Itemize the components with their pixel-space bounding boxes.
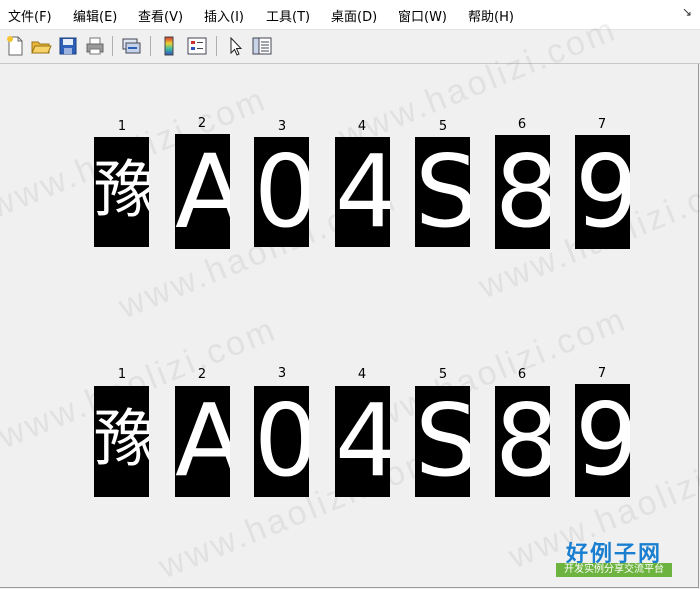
logo-subtitle: 开发实例分享交流平台 <box>556 563 672 577</box>
char-glyph: S <box>415 386 470 497</box>
char-image-7: 9 <box>575 384 630 497</box>
figure-canvas: www.haolizi.com www.haolizi.com www.haol… <box>0 10 700 589</box>
char-glyph: S <box>415 137 470 247</box>
save-icon[interactable] <box>56 34 80 58</box>
toolbar-separator <box>216 36 217 56</box>
char-image-1: 豫 <box>94 137 149 247</box>
char-glyph: 0 <box>254 386 309 497</box>
menu-edit[interactable]: 编辑(E) <box>73 6 117 25</box>
char-glyph: 4 <box>335 386 390 497</box>
char-image-3: 0 <box>254 137 309 247</box>
menu-window[interactable]: 窗口(W) <box>398 6 447 25</box>
new-icon[interactable] <box>3 34 27 58</box>
subplot-title-6: 6 <box>517 367 527 382</box>
print-icon[interactable] <box>83 34 107 58</box>
char-image-5: S <box>415 386 470 497</box>
char-glyph: A <box>175 134 230 249</box>
subplot-title-2: 2 <box>197 116 207 131</box>
subplot-title-4: 4 <box>357 367 367 382</box>
char-image-7: 9 <box>575 135 630 249</box>
char-image-5: S <box>415 137 470 247</box>
char-image-2: A <box>175 134 230 249</box>
subplot-title-3: 3 <box>277 366 287 381</box>
link-icon[interactable] <box>119 34 143 58</box>
colorbar-icon[interactable] <box>157 34 181 58</box>
subplot-title-4: 4 <box>357 119 367 134</box>
legend-icon[interactable] <box>185 34 209 58</box>
subplot-title-2: 2 <box>197 367 207 382</box>
property-inspector-icon[interactable] <box>250 34 274 58</box>
char-glyph: 8 <box>495 135 550 249</box>
char-image-1: 豫 <box>94 386 149 497</box>
subplot-title-5: 5 <box>438 367 448 382</box>
char-image-4: 4 <box>335 137 390 247</box>
toolbar <box>0 30 700 64</box>
char-image-3: 0 <box>254 386 309 497</box>
subplot-title-1: 1 <box>117 119 127 134</box>
char-glyph: 4 <box>335 137 390 247</box>
char-glyph: 9 <box>575 384 630 497</box>
subplot-title-7: 7 <box>597 366 607 381</box>
char-image-6: 8 <box>495 386 550 497</box>
char-glyph: 8 <box>495 386 550 497</box>
menu-file[interactable]: 文件(F) <box>8 6 52 25</box>
char-glyph: A <box>175 386 230 497</box>
toolbar-separator <box>150 36 151 56</box>
subplot-title-7: 7 <box>597 117 607 132</box>
subplot-title-5: 5 <box>438 119 448 134</box>
menu-tools[interactable]: 工具(T) <box>266 6 310 25</box>
menu-help[interactable]: 帮助(H) <box>468 6 514 25</box>
menu-bar: 文件(F) 编辑(E) 查看(V) 插入(I) 工具(T) 桌面(D) 窗口(W… <box>0 0 700 30</box>
open-icon[interactable] <box>29 34 53 58</box>
menu-desktop[interactable]: 桌面(D) <box>331 6 377 25</box>
subplot-title-1: 1 <box>117 367 127 382</box>
char-image-6: 8 <box>495 135 550 249</box>
subplot-title-6: 6 <box>517 117 527 132</box>
char-image-4: 4 <box>335 386 390 497</box>
char-glyph: 豫 <box>94 402 149 475</box>
toolbar-separator <box>112 36 113 56</box>
menu-view[interactable]: 查看(V) <box>138 6 183 25</box>
figure-window: 文件(F) 编辑(E) 查看(V) 插入(I) 工具(T) 桌面(D) 窗口(W… <box>0 0 700 589</box>
menu-insert[interactable]: 插入(I) <box>204 6 244 25</box>
site-logo: 好例子网 开发实例分享交流平台 <box>556 536 672 580</box>
char-glyph: 0 <box>254 137 309 247</box>
char-image-2: A <box>175 386 230 497</box>
char-glyph: 9 <box>575 135 630 249</box>
dock-arrow-icon[interactable]: ↘ <box>682 5 692 19</box>
pointer-icon[interactable] <box>223 34 247 58</box>
subplot-title-3: 3 <box>277 119 287 134</box>
char-glyph: 豫 <box>94 153 149 226</box>
